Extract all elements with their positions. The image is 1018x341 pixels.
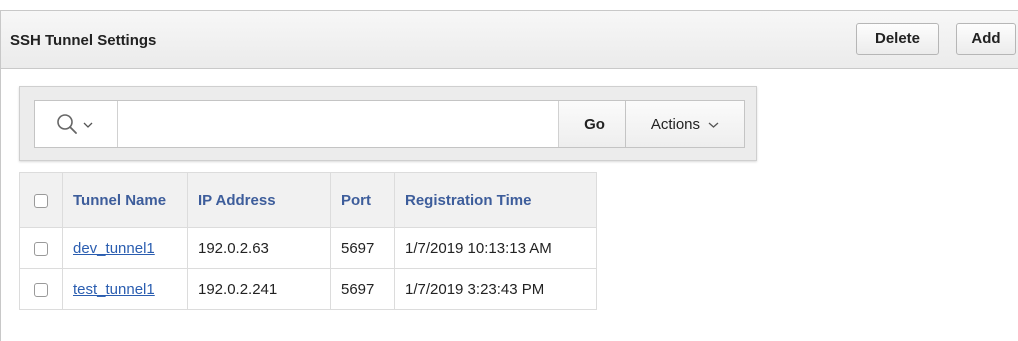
go-button[interactable]: Go (558, 101, 630, 147)
chevron-down-icon (83, 122, 93, 128)
tunnels-table: Tunnel Name IP Address Port Registration… (19, 172, 597, 310)
add-button[interactable]: Add (956, 23, 1016, 55)
port-cell: 5697 (330, 227, 395, 269)
row-checkbox[interactable] (34, 241, 48, 256)
chevron-down-icon (708, 122, 719, 128)
search-input[interactable] (118, 101, 558, 147)
tunnel-name-link[interactable]: dev_tunnel1 (73, 240, 155, 257)
column-header-registration-time[interactable]: Registration Time (394, 172, 597, 228)
row-checkbox[interactable] (34, 282, 48, 297)
table-header-row: Tunnel Name IP Address Port Registration… (19, 172, 597, 228)
tunnel-name-link[interactable]: test_tunnel1 (73, 281, 155, 298)
table-row: dev_tunnel1 192.0.2.63 5697 1/7/2019 10:… (19, 227, 597, 269)
column-header-port[interactable]: Port (330, 172, 395, 228)
region-title: SSH Tunnel Settings (10, 32, 157, 49)
search-field-group: Go (34, 100, 631, 148)
row-select-cell (19, 268, 63, 310)
delete-button[interactable]: Delete (856, 23, 939, 55)
region-header: SSH Tunnel Settings Delete Add (1, 11, 1018, 69)
registration-time-cell: 1/7/2019 3:23:43 PM (394, 268, 597, 310)
tunnel-name-cell: test_tunnel1 (62, 268, 188, 310)
actions-menu-button[interactable]: Actions (625, 100, 745, 148)
select-all-checkbox[interactable] (34, 193, 48, 208)
column-header-tunnel-name[interactable]: Tunnel Name (62, 172, 188, 228)
registration-time-cell: 1/7/2019 10:13:13 AM (394, 227, 597, 269)
ip-address-cell: 192.0.2.63 (187, 227, 331, 269)
search-icon (57, 114, 77, 134)
row-select-cell (19, 227, 63, 269)
report-toolbar: Go Actions (19, 86, 757, 161)
column-header-ip-address[interactable]: IP Address (187, 172, 331, 228)
port-cell: 5697 (330, 268, 395, 310)
table-row: test_tunnel1 192.0.2.241 5697 1/7/2019 3… (19, 268, 597, 310)
actions-label: Actions (650, 116, 701, 133)
select-all-cell (19, 172, 63, 228)
tunnel-name-cell: dev_tunnel1 (62, 227, 188, 269)
ip-address-cell: 192.0.2.241 (187, 268, 331, 310)
search-column-menu[interactable] (35, 101, 118, 147)
